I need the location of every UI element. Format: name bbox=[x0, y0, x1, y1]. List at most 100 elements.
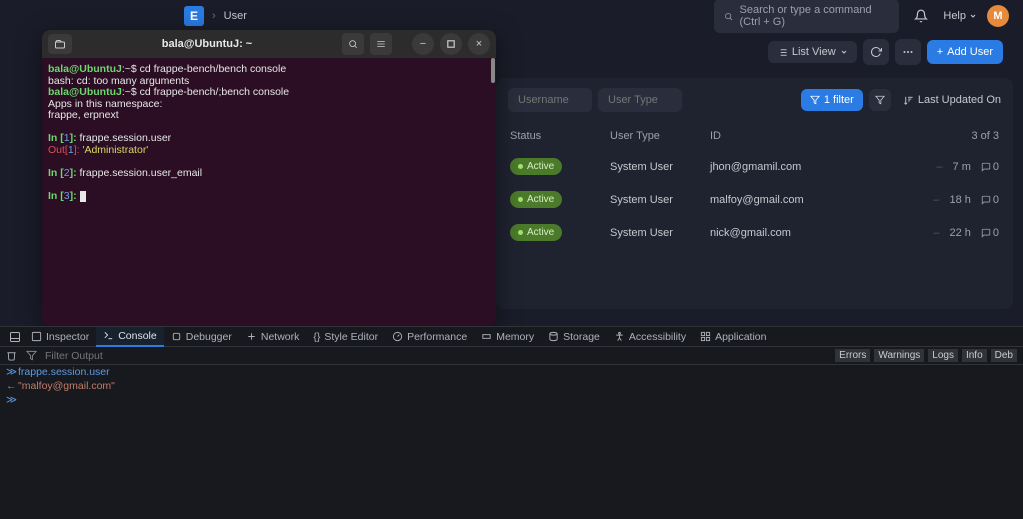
level-warnings[interactable]: Warnings bbox=[874, 349, 924, 362]
usertype-filter[interactable] bbox=[598, 88, 682, 112]
menu-button[interactable] bbox=[895, 39, 921, 65]
terminal-titlebar[interactable]: bala@UbuntuJ: ~ − × bbox=[42, 30, 496, 58]
scrollbar-thumb[interactable] bbox=[491, 58, 495, 83]
breadcrumb-user[interactable]: User bbox=[224, 10, 247, 22]
sort-icon bbox=[903, 95, 914, 106]
devtools-tabs: Inspector Console Debugger Network {}Sty… bbox=[0, 327, 1023, 347]
console-result: "malfoy@gmail.com" bbox=[18, 380, 115, 392]
help-label: Help bbox=[943, 10, 966, 22]
col-type: User Type bbox=[610, 130, 710, 142]
status-badge: Active bbox=[510, 224, 562, 241]
tab-performance[interactable]: Performance bbox=[385, 328, 474, 346]
inspector-icon bbox=[31, 331, 42, 342]
filter-icon bbox=[810, 95, 820, 105]
new-tab-button[interactable] bbox=[48, 34, 72, 54]
list-row[interactable]: Active System User malfoy@gmail.com – 18… bbox=[496, 183, 1013, 216]
user-list-page: List View + Add User 1 filter bbox=[496, 32, 1013, 309]
terminal-search-button[interactable] bbox=[342, 33, 364, 55]
console-filter-input[interactable] bbox=[41, 350, 833, 362]
add-user-label: Add User bbox=[947, 46, 993, 58]
input-caret-icon: ≫ bbox=[6, 394, 18, 406]
search-icon bbox=[348, 39, 358, 49]
terminal-menu-button[interactable] bbox=[370, 33, 392, 55]
maximize-button[interactable] bbox=[440, 33, 462, 55]
terminal-body[interactable]: bala@UbuntuJ:~$ cd frappe-bench/bench co… bbox=[42, 58, 496, 326]
assign-cell: – bbox=[933, 194, 939, 206]
trash-icon bbox=[6, 350, 17, 361]
comment-icon bbox=[981, 162, 991, 172]
notifications-button[interactable] bbox=[909, 4, 933, 28]
refresh-button[interactable] bbox=[863, 39, 889, 65]
maximize-icon bbox=[447, 40, 455, 48]
devtools-panel: Inspector Console Debugger Network {}Sty… bbox=[0, 326, 1023, 519]
network-icon bbox=[246, 331, 257, 342]
app-icon bbox=[700, 331, 711, 342]
list-row[interactable]: Active System User jhon@gmamil.com – 7 m… bbox=[496, 150, 1013, 183]
console-filter-row: Errors Warnings Logs Info Deb bbox=[0, 347, 1023, 365]
close-icon: × bbox=[476, 38, 482, 50]
dots-icon bbox=[902, 46, 914, 58]
filter-funnel-icon bbox=[26, 350, 37, 361]
add-user-button[interactable]: + Add User bbox=[927, 40, 1003, 64]
user-type-cell: System User bbox=[610, 227, 710, 239]
cursor bbox=[80, 191, 86, 202]
minimize-button[interactable]: − bbox=[412, 33, 434, 55]
console-output-line: ← "malfoy@gmail.com" bbox=[0, 379, 1023, 393]
terminal-title: bala@UbuntuJ: ~ bbox=[78, 38, 336, 50]
comment-icon bbox=[981, 195, 991, 205]
level-logs[interactable]: Logs bbox=[928, 349, 958, 362]
page-toolbar: List View + Add User bbox=[496, 32, 1013, 72]
tab-debugger[interactable]: Debugger bbox=[164, 328, 239, 346]
help-menu[interactable]: Help bbox=[943, 10, 977, 22]
comment-count[interactable]: 0 bbox=[981, 227, 999, 239]
console-input-line: ≫ frappe.session.user bbox=[0, 365, 1023, 379]
chevron-down-icon bbox=[840, 48, 848, 56]
tab-inspector[interactable]: Inspector bbox=[24, 328, 96, 346]
user-id-cell: jhon@gmamil.com bbox=[710, 161, 889, 173]
tab-memory[interactable]: Memory bbox=[474, 328, 541, 346]
list-view-label: List View bbox=[792, 46, 836, 58]
dock-icon bbox=[9, 331, 21, 343]
user-type-cell: System User bbox=[610, 194, 710, 206]
tab-accessibility[interactable]: Accessibility bbox=[607, 328, 693, 346]
console-prompt[interactable]: ≫ bbox=[0, 393, 1023, 407]
list-panel: 1 filter Last Updated On Status User Typ… bbox=[496, 78, 1013, 309]
user-avatar[interactable]: M bbox=[987, 5, 1009, 27]
age-cell: 7 m bbox=[953, 161, 971, 173]
level-errors[interactable]: Errors bbox=[835, 349, 870, 362]
list-row[interactable]: Active System User nick@gmail.com – 22 h… bbox=[496, 216, 1013, 249]
chevron-right-icon: › bbox=[212, 10, 216, 22]
active-filter-button[interactable]: 1 filter bbox=[801, 89, 863, 111]
output-caret-icon: ← bbox=[6, 380, 18, 392]
tab-console[interactable]: Console bbox=[96, 327, 164, 347]
console-output: ≫ frappe.session.user ← "malfoy@gmail.co… bbox=[0, 365, 1023, 407]
navbar: E › User Search or type a command (Ctrl … bbox=[0, 0, 1023, 32]
status-badge: Active bbox=[510, 191, 562, 208]
tab-network[interactable]: Network bbox=[239, 328, 307, 346]
dock-button[interactable] bbox=[6, 331, 24, 343]
list-view-selector[interactable]: List View bbox=[768, 41, 857, 63]
level-info[interactable]: Info bbox=[962, 349, 987, 362]
comment-count[interactable]: 0 bbox=[981, 161, 999, 173]
app-logo[interactable]: E bbox=[184, 6, 204, 26]
filter-row: 1 filter Last Updated On bbox=[496, 78, 1013, 122]
age-cell: 18 h bbox=[949, 194, 970, 206]
close-button[interactable]: × bbox=[468, 33, 490, 55]
tab-application[interactable]: Application bbox=[693, 328, 773, 346]
filter-clear-button[interactable] bbox=[869, 89, 891, 111]
terminal-window: bala@UbuntuJ: ~ − × bala@UbuntuJ:~$ cd f… bbox=[42, 30, 496, 326]
level-debug[interactable]: Deb bbox=[991, 349, 1017, 362]
username-filter[interactable] bbox=[508, 88, 592, 112]
clear-console-button[interactable] bbox=[6, 350, 22, 361]
sort-selector[interactable]: Last Updated On bbox=[903, 94, 1001, 106]
search-icon bbox=[724, 11, 733, 22]
tab-storage[interactable]: Storage bbox=[541, 328, 607, 346]
console-expression: frappe.session.user bbox=[18, 366, 110, 378]
global-search[interactable]: Search or type a command (Ctrl + G) bbox=[714, 0, 899, 33]
refresh-icon bbox=[870, 46, 882, 58]
age-cell: 22 h bbox=[949, 227, 970, 239]
debugger-icon bbox=[171, 331, 182, 342]
comment-count[interactable]: 0 bbox=[981, 194, 999, 206]
tab-style-editor[interactable]: {}Style Editor bbox=[306, 328, 385, 346]
list-header: Status User Type ID 3 of 3 bbox=[496, 122, 1013, 150]
